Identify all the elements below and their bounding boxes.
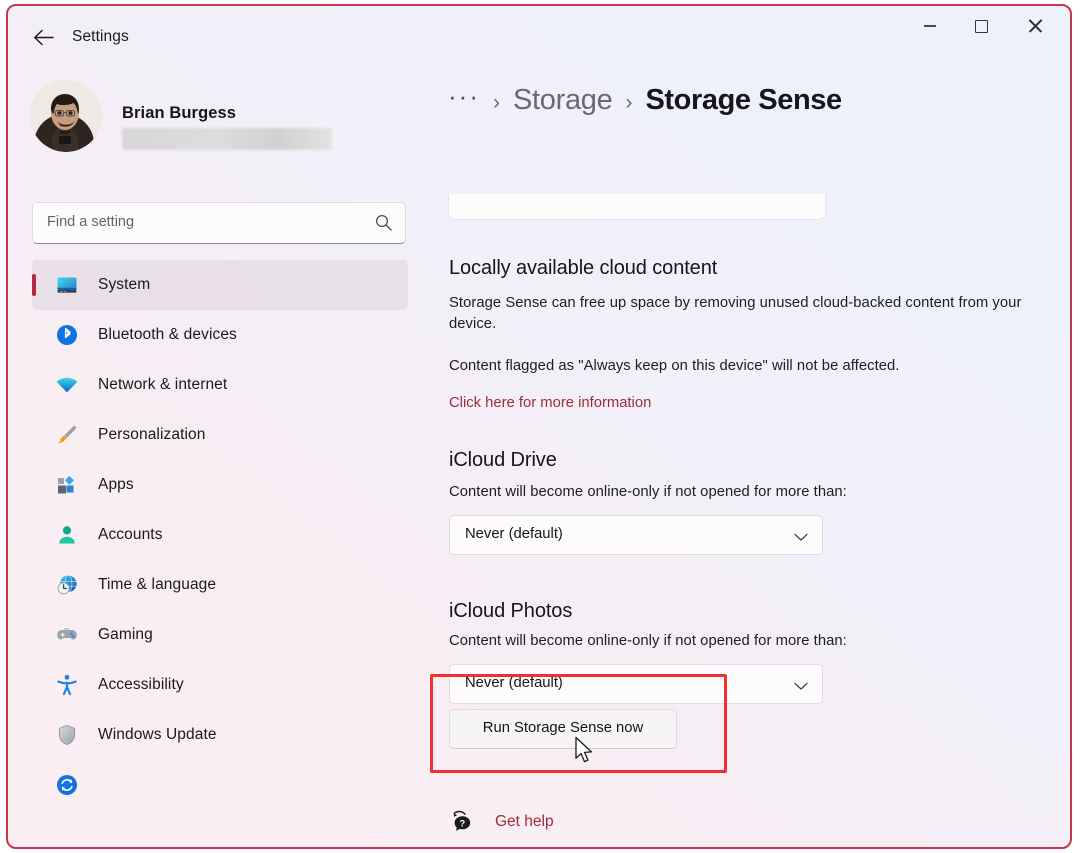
sidebar: Brian Burgess Find a setting System Blue… — [8, 64, 428, 847]
sidebar-item-windows-update[interactable] — [32, 760, 408, 810]
sidebar-item-label: Windows Update — [98, 726, 217, 743]
sidebar-item-label: System — [98, 276, 151, 293]
dropdown-value: Never (default) — [465, 526, 563, 542]
gamepad-icon — [54, 622, 80, 648]
icloud-drive-heading: iCloud Drive — [449, 449, 557, 471]
sidebar-item-label: Apps — [98, 476, 134, 493]
breadcrumb-overflow-button[interactable]: ··· — [448, 83, 480, 109]
get-help-label: Get help — [495, 813, 554, 830]
shield-icon — [54, 722, 80, 748]
sidebar-item-label: Accounts — [98, 526, 163, 543]
wifi-icon — [54, 372, 80, 398]
sidebar-item-gaming[interactable]: Gaming — [32, 610, 408, 660]
minimize-icon — [924, 25, 936, 27]
icloud-drive-subtitle: Content will become online-only if not o… — [449, 484, 847, 500]
chevron-down-icon — [794, 529, 808, 547]
profile-email-redacted — [122, 128, 332, 150]
more-information-link[interactable]: Click here for more information — [449, 395, 651, 411]
user-profile[interactable]: Brian Burgess — [30, 80, 360, 166]
sidebar-item-network-internet[interactable]: Network & internet — [32, 360, 408, 410]
page-title: Storage Sense — [645, 84, 842, 116]
sidebar-item-label: Accessibility — [98, 676, 184, 693]
sidebar-item-time-language[interactable]: Time & language — [32, 560, 408, 610]
cloud-content-heading: Locally available cloud content — [449, 257, 718, 279]
close-icon — [1028, 19, 1042, 33]
sidebar-item-personalization[interactable]: Personalization — [32, 410, 408, 460]
sidebar-item-label: Time & language — [98, 576, 217, 593]
sidebar-item-label: Network & internet — [98, 376, 228, 393]
scrolled-card-edge — [448, 194, 826, 220]
close-button[interactable] — [1012, 6, 1058, 46]
breadcrumb: ··· › Storage › Storage Sense — [448, 83, 842, 117]
maximize-button[interactable] — [958, 6, 1004, 46]
accessibility-icon — [54, 672, 80, 698]
breadcrumb-separator-icon: › — [492, 91, 500, 114]
breadcrumb-separator-icon: › — [625, 91, 633, 114]
cloud-content-paragraph-2: Content flagged as "Always keep on this … — [449, 358, 900, 374]
cloud-content-paragraph-1: Storage Sense can free up space by remov… — [449, 295, 1022, 332]
window-title: Settings — [72, 28, 129, 45]
sidebar-item-label: Bluetooth & devices — [98, 326, 237, 343]
minimize-button[interactable] — [907, 6, 953, 46]
help-icon: ? — [449, 809, 475, 835]
profile-name: Brian Burgess — [122, 104, 237, 122]
icloud-drive-dropdown[interactable]: Never (default) — [449, 515, 823, 555]
avatar — [30, 80, 102, 152]
sidebar-item-label: Gaming — [98, 626, 153, 643]
sidebar-item-accessibility[interactable]: Accessibility — [32, 660, 408, 710]
chevron-down-icon — [794, 678, 808, 696]
bluetooth-icon — [54, 322, 80, 348]
sidebar-item-apps[interactable]: Apps — [32, 460, 408, 510]
title-bar: Settings — [8, 6, 1070, 64]
run-storage-sense-button[interactable]: Run Storage Sense now — [449, 709, 677, 749]
sidebar-item-bluetooth-devices[interactable]: Bluetooth & devices — [32, 310, 408, 360]
person-icon — [54, 522, 80, 548]
monitor-icon — [54, 272, 80, 298]
maximize-icon — [974, 19, 988, 33]
apps-icon — [54, 472, 80, 498]
paintbrush-icon — [54, 422, 80, 448]
run-storage-sense-label: Run Storage Sense now — [482, 720, 644, 736]
icloud-photos-subtitle: Content will become online-only if not o… — [449, 633, 847, 649]
search-placeholder: Find a setting — [47, 214, 135, 230]
sidebar-item-label: Personalization — [98, 426, 206, 443]
icloud-photos-heading: iCloud Photos — [449, 600, 573, 622]
search-input[interactable]: Find a setting — [32, 202, 406, 244]
sidebar-item-privacy-security[interactable]: Windows Update — [32, 710, 408, 760]
settings-window: Settings Brian Burgess Find a setting Sy… — [6, 4, 1072, 849]
sidebar-item-accounts[interactable]: Accounts — [32, 510, 408, 560]
get-help-link[interactable]: ? Get help — [449, 809, 554, 835]
search-icon — [375, 214, 392, 236]
back-arrow-icon[interactable] — [26, 22, 60, 52]
svg-text:?: ? — [460, 818, 466, 829]
content-pane: ··· › Storage › Storage Sense Locally av… — [428, 64, 1070, 847]
refresh-icon — [54, 772, 80, 798]
clock-globe-icon — [54, 572, 80, 598]
sidebar-nav: System Bluetooth & devices Network & int… — [32, 260, 408, 810]
breadcrumb-parent-link[interactable]: Storage — [513, 84, 613, 117]
sidebar-item-system[interactable]: System — [32, 260, 408, 310]
